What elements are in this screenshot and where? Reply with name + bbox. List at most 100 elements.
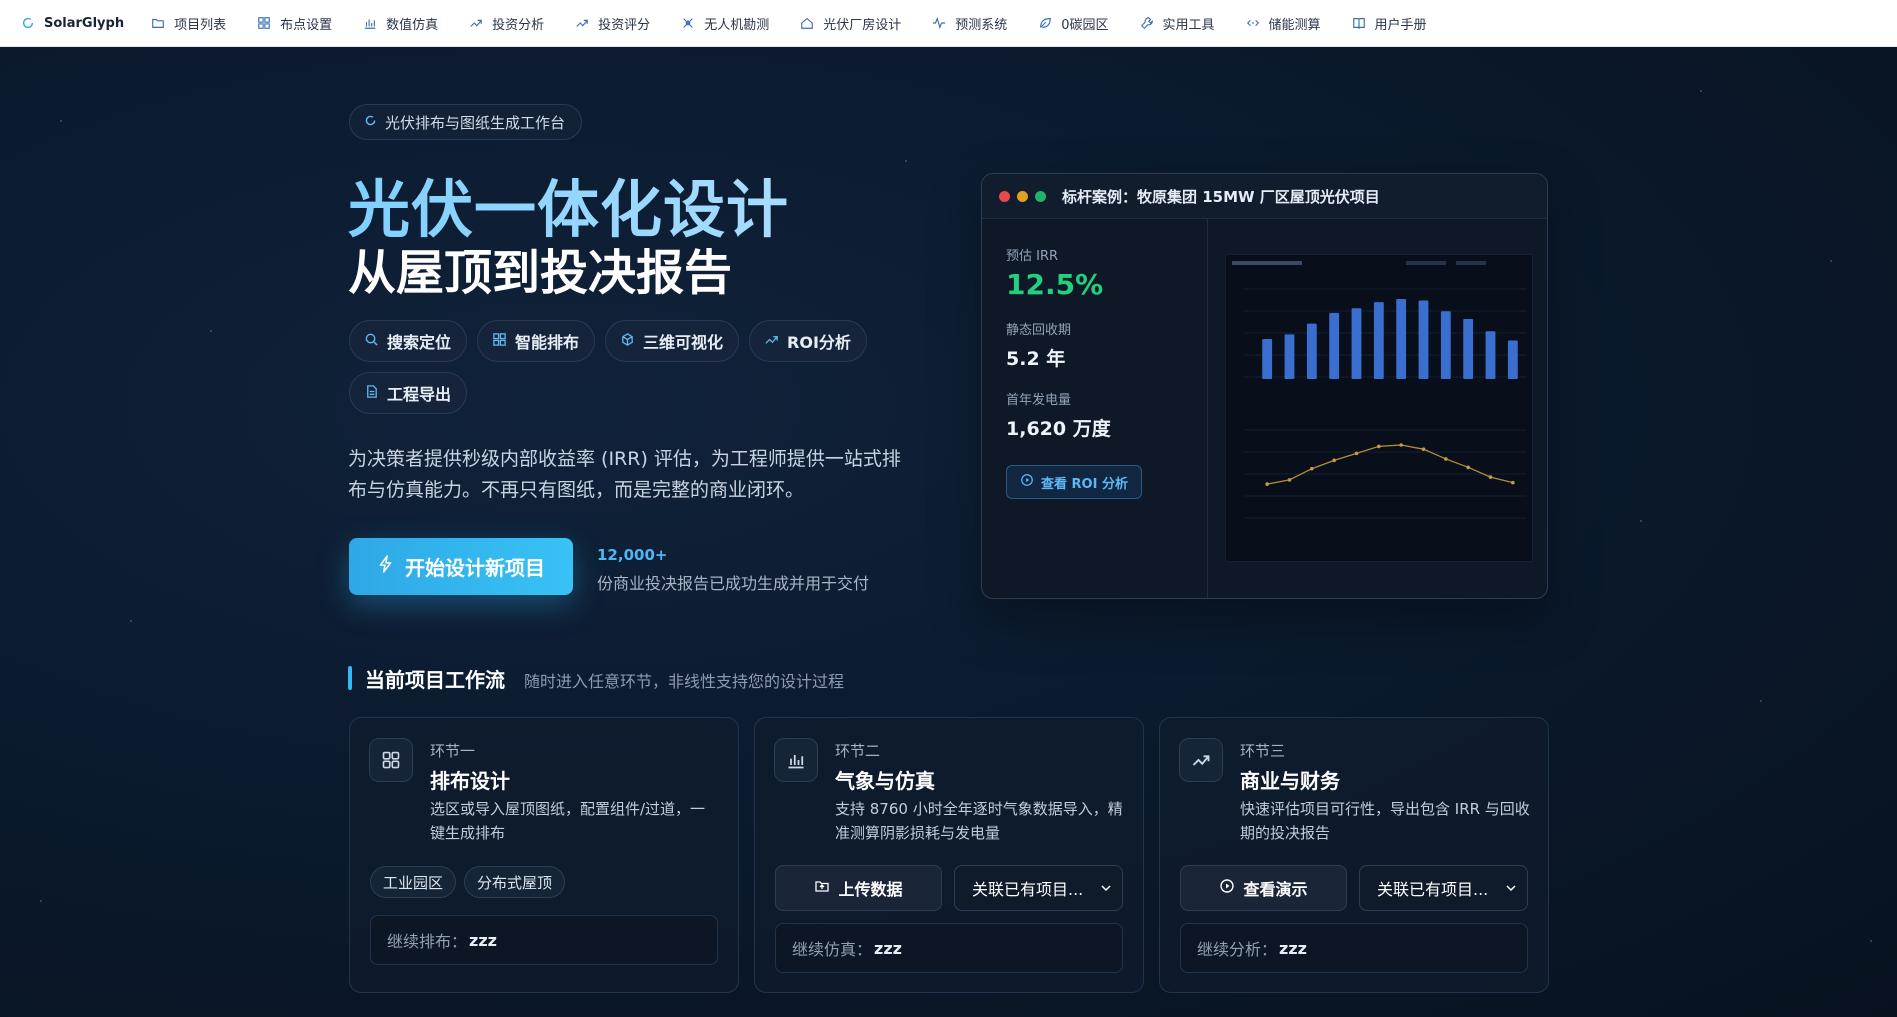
view-demo-button[interactable]: 查看演示 — [1180, 865, 1347, 911]
line-point-9 — [1444, 457, 1448, 461]
bar-1 — [1262, 339, 1273, 379]
chip-search[interactable]: 搜索定位 — [349, 320, 468, 362]
wrench-icon — [1139, 15, 1155, 31]
irr-value: 12.5% — [1006, 268, 1104, 301]
logo-icon — [364, 113, 377, 131]
chip-label: ROI分析 — [787, 333, 851, 352]
trend-up-icon — [764, 332, 779, 351]
continue-value: zzz — [469, 930, 497, 950]
chart-legend-placeholder — [1456, 261, 1486, 265]
nav-item-label: 项目列表 — [174, 17, 227, 33]
nav-item-layout[interactable]: 布点设置 — [256, 14, 332, 33]
window-close-dot — [999, 190, 1010, 202]
nav-item-manual[interactable]: 用户手册 — [1351, 14, 1427, 33]
grid-icon — [369, 738, 413, 782]
nav-item-investment-score[interactable]: 投资评分 — [574, 14, 650, 33]
demo-label: 查看演示 — [1243, 880, 1308, 899]
feature-chips: 搜索定位 智能排布 三维可视化 ROI分析 工程导出 — [349, 320, 889, 414]
nav-item-projects[interactable]: 项目列表 — [150, 14, 226, 33]
view-roi-analysis-button[interactable]: 查看 ROI 分析 — [1006, 465, 1142, 499]
trend-up-icon — [1179, 738, 1223, 782]
brand[interactable]: SolarGlyph — [20, 15, 124, 31]
tag-distributed-roof[interactable]: 分布式屋顶 — [464, 866, 566, 898]
line-point-7 — [1399, 443, 1403, 447]
nav-item-investment-analysis[interactable]: 投资分析 — [468, 14, 544, 33]
generation-value: 1,620 万度 — [1006, 418, 1111, 440]
link-project-select[interactable]: 关联已有项目... — [954, 865, 1123, 911]
card-step: 环节一 — [430, 742, 476, 760]
cta-label: 开始设计新项目 — [405, 558, 545, 580]
hero-title: 光伏一体化设计 — [348, 173, 790, 246]
nav-item-label: 0碳园区 — [1061, 17, 1109, 33]
nav-item-label: 储能测算 — [1268, 17, 1321, 33]
chevron-down-icon — [1101, 885, 1111, 892]
chip-label: 三维可视化 — [643, 333, 724, 352]
line-point-1 — [1265, 482, 1269, 486]
line-point-10 — [1466, 465, 1470, 470]
payback-label: 静态回收期 — [1006, 323, 1072, 338]
continue-value: zzz — [874, 938, 902, 958]
chart-title-placeholder — [1232, 261, 1302, 265]
workflow-card-layout: 环节一 排布设计 选区或导入屋顶图纸，配置组件/过道，一键生成排布 工业园区 分… — [349, 717, 739, 993]
chip-roi[interactable]: ROI分析 — [749, 320, 867, 362]
play-icon — [1219, 878, 1235, 898]
card-description: 支持 8760 小时全年逐时气象数据导入，精准测算阴影损耗与发电量 — [835, 800, 1123, 842]
chip-label: 工程导出 — [387, 385, 452, 404]
nav-item-tools[interactable]: 实用工具 — [1139, 14, 1215, 33]
nav-item-storage[interactable]: 储能测算 — [1245, 14, 1321, 33]
line-point-4 — [1332, 458, 1336, 463]
continue-simulation-field[interactable]: 继续仿真： zzz — [775, 923, 1123, 973]
card-name: 商业与财务 — [1240, 769, 1340, 793]
continue-layout-field[interactable]: 继续排布： zzz — [370, 915, 718, 965]
cube-icon — [620, 332, 635, 351]
folder-icon — [150, 15, 166, 31]
trend-up-icon — [574, 15, 590, 31]
preview-chart — [1225, 254, 1533, 562]
hero-subtitle: 从屋顶到投决报告 — [348, 245, 733, 301]
workflow-card-simulation: 环节二 气象与仿真 支持 8760 小时全年逐时气象数据导入，精准测算阴影损耗与… — [754, 717, 1144, 993]
report-count-label: 份商业投决报告已成功生成并用于交付 — [597, 574, 870, 593]
continue-label: 继续分析： — [1197, 940, 1278, 959]
section-accent-bar — [348, 666, 352, 690]
card-description: 快速评估项目可行性，导出包含 IRR 与回收期的投决报告 — [1240, 800, 1530, 842]
nav-item-zero-carbon[interactable]: 0碳园区 — [1037, 14, 1109, 33]
trend-up-icon — [468, 15, 484, 31]
start-new-project-button[interactable]: 开始设计新项目 — [349, 538, 573, 595]
nav-item-label: 光伏厂房设计 — [823, 17, 902, 33]
tag-industrial-park[interactable]: 工业园区 — [370, 866, 457, 898]
generation-label: 首年发电量 — [1006, 393, 1072, 408]
chip-smart-layout[interactable]: 智能排布 — [477, 320, 596, 362]
nav-item-drone-survey[interactable]: 无人机勘测 — [680, 14, 769, 33]
bar-chart-icon — [362, 15, 378, 31]
bar-4 — [1329, 312, 1340, 379]
card-name: 气象与仿真 — [835, 769, 935, 793]
workflow-title: 当前项目工作流 — [365, 668, 505, 692]
series-line — [1267, 444, 1513, 485]
book-icon — [1351, 15, 1367, 31]
roi-button-label: 查看 ROI 分析 — [1041, 476, 1128, 492]
select-value: 关联已有项目... — [1377, 880, 1489, 899]
card-step: 环节二 — [835, 742, 881, 760]
continue-value: zzz — [1279, 938, 1307, 958]
nav-item-label: 用户手册 — [1374, 17, 1427, 33]
search-icon — [364, 332, 379, 351]
chip-3d[interactable]: 三维可视化 — [605, 320, 740, 362]
chip-label: 搜索定位 — [387, 333, 452, 352]
line-point-6 — [1377, 444, 1381, 449]
link-project-select[interactable]: 关联已有项目... — [1359, 865, 1528, 911]
top-nav: SolarGlyph 项目列表 布点设置 数值仿真 投资分析 投资评分 无人机勘… — [0, 0, 1897, 47]
bar-8 — [1418, 300, 1429, 379]
chip-export[interactable]: 工程导出 — [349, 372, 468, 414]
upload-icon — [814, 878, 830, 898]
nav-item-simulation[interactable]: 数值仿真 — [362, 14, 438, 33]
nav-item-plant-design[interactable]: 光伏厂房设计 — [799, 14, 901, 33]
bar-2 — [1284, 334, 1295, 379]
nav-item-forecast[interactable]: 预测系统 — [931, 14, 1007, 33]
report-count: 12,000+ — [597, 546, 668, 564]
bar-5 — [1351, 308, 1362, 379]
activity-icon — [931, 15, 947, 31]
upload-data-button[interactable]: 上传数据 — [775, 865, 942, 911]
nav-item-label: 数值仿真 — [386, 17, 439, 33]
bar-chart-icon — [774, 738, 818, 782]
continue-analysis-field[interactable]: 继续分析： zzz — [1180, 923, 1528, 973]
